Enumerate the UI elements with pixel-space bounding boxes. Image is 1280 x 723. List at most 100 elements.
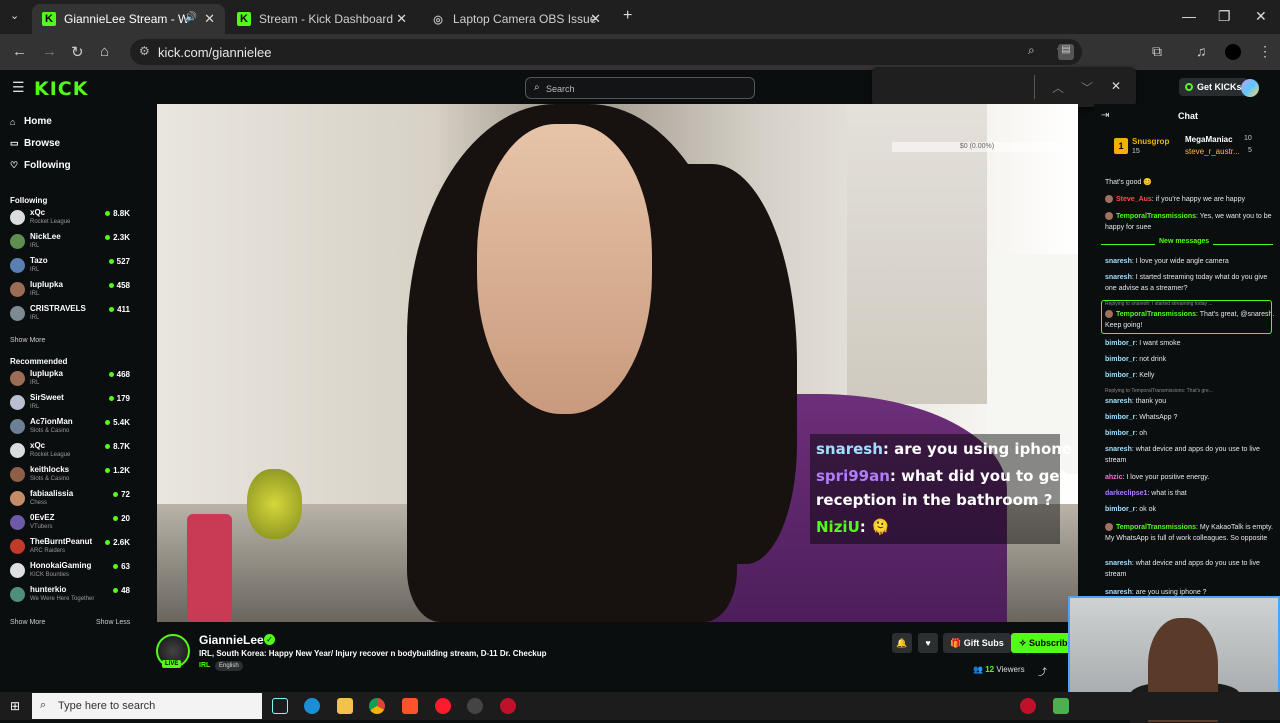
reload-icon[interactable]: ↻ (71, 43, 84, 61)
gifter-name[interactable]: steve_r_austr... (1185, 147, 1240, 156)
close-tab-icon[interactable]: ✕ (396, 11, 407, 27)
chat-username[interactable]: bimbor_r (1105, 430, 1135, 437)
maximize-icon[interactable]: ❐ (1218, 8, 1231, 25)
tab-search-icon[interactable]: ⌄ (10, 9, 19, 22)
share-icon[interactable]: ⤴ (1038, 665, 1047, 678)
back-icon[interactable]: ← (12, 43, 27, 60)
sidebar-channel[interactable]: CRISTRAVELS IRL 411 (10, 304, 132, 326)
show-less-recommended[interactable]: Show Less (96, 619, 130, 626)
close-tab-icon[interactable]: ✕ (590, 11, 601, 27)
sidebar-channel[interactable]: keithlocks Slots & Casino 1.2K (10, 465, 132, 487)
windows-start-icon[interactable]: ⊞ (10, 699, 20, 713)
sidebar-channel[interactable]: SirSweet IRL 179 (10, 393, 132, 415)
home-icon[interactable]: ⌂ (100, 43, 109, 60)
chat-username[interactable]: snaresh (1105, 274, 1132, 281)
collapse-chat-icon[interactable]: ⇥ (1101, 110, 1109, 121)
stream-category[interactable]: IRL (199, 662, 210, 669)
brave-icon[interactable] (402, 698, 418, 714)
new-tab-icon[interactable]: + (623, 7, 632, 25)
sidebar-channel[interactable]: xQc Rocket League 8.7K (10, 441, 132, 463)
zoom-icon[interactable]: ⌕ (1028, 43, 1035, 58)
hamburger-menu-icon[interactable]: ☰ (12, 79, 25, 96)
get-kicks-button[interactable]: Get KICKs (1179, 78, 1248, 96)
terminal-icon[interactable] (272, 698, 288, 714)
reply-context: Replying to TemporalTransmissions: That'… (1105, 388, 1213, 394)
chat-username[interactable]: bimbor_r (1105, 340, 1135, 347)
tab-kick-dashboard[interactable]: K Stream - Kick Dashboard ✕ (227, 4, 417, 34)
forward-icon[interactable]: → (42, 43, 57, 60)
edge-icon[interactable] (304, 698, 320, 714)
follow-heart-icon[interactable]: ♥ (918, 633, 938, 653)
file-explorer-icon[interactable] (337, 698, 353, 714)
search-box[interactable]: ⌕ (525, 77, 755, 99)
sidebar-channel[interactable]: hunterkio We Were Here Together 48 (10, 585, 132, 607)
minimize-icon[interactable]: — (1182, 8, 1196, 24)
profile-icon[interactable] (1225, 44, 1241, 60)
chat-username[interactable]: snaresh (1105, 258, 1132, 265)
close-tab-icon[interactable]: ✕ (204, 11, 215, 27)
sidebar-channel[interactable]: lupIupka IRL 458 (10, 280, 132, 302)
notification-bell-icon[interactable]: 🔔 (892, 633, 912, 653)
omnibox[interactable]: ⚙ kick.com/giannielee ☆ ⌕ (130, 39, 1082, 65)
obs-icon[interactable] (467, 698, 483, 714)
video-player[interactable]: $0 (0.00%) snaresh: are you using iphone… (157, 104, 1078, 622)
find-close-icon[interactable]: ✕ (1111, 79, 1121, 93)
chat-username[interactable]: snaresh (1105, 560, 1132, 567)
speaker-icon[interactable]: 🔊 (185, 12, 197, 23)
channel-viewers: 458 (109, 281, 130, 290)
sidebar-channel[interactable]: 0EvEZ VTubers 20 (10, 513, 132, 535)
find-previous-icon[interactable]: ︿ (1052, 79, 1064, 96)
tab-obs-issue[interactable]: ◎ Laptop Camera OBS Issue ✕ (421, 4, 611, 34)
sidebar-channel[interactable]: Ac7ionMan Slots & Casino 5.4K (10, 417, 132, 439)
reader-mode-icon[interactable]: ▤ (1058, 44, 1074, 60)
stream-language-tag[interactable]: English (215, 661, 243, 671)
nav-following[interactable]: ♡ Following (10, 160, 71, 171)
sidebar-channel[interactable]: Tazo IRL 527 (10, 256, 132, 278)
chat-username[interactable]: snaresh (1105, 398, 1132, 405)
app-icon[interactable] (500, 698, 516, 714)
opera-icon[interactable] (435, 698, 451, 714)
chat-username[interactable]: bimbor_r (1105, 372, 1135, 379)
chat-username[interactable]: bimbor_r (1105, 506, 1135, 513)
show-more-recommended[interactable]: Show More (10, 619, 45, 626)
user-avatar[interactable] (1241, 79, 1259, 97)
chrome-icon[interactable] (369, 698, 385, 714)
nav-home[interactable]: ⌂ Home (10, 116, 52, 127)
tab-giannielee[interactable]: K GiannieLee Stream - Watch Live c 🔊 ✕ (32, 4, 225, 34)
gifter-name[interactable]: Snusgrop (1132, 137, 1169, 146)
gifter-name[interactable]: MegaManiac (1185, 135, 1233, 144)
chat-username[interactable]: bimbor_r (1105, 356, 1135, 363)
kick-logo[interactable]: KICK (34, 78, 88, 100)
menu-dots-icon[interactable]: ⋮ (1258, 43, 1272, 60)
chat-message: darkeclipse1: what is that (1105, 488, 1275, 499)
find-next-icon[interactable]: ﹀ (1081, 79, 1093, 96)
chat-username[interactable]: bimbor_r (1105, 414, 1135, 421)
gift-subs-button[interactable]: 🎁 Gift Subs (943, 633, 1011, 653)
search-input[interactable] (546, 81, 746, 96)
sidebar-channel[interactable]: TheBurntPeanut ARC Raiders 2.6K (10, 537, 132, 559)
show-more-following[interactable]: Show More (10, 337, 45, 344)
sidebar-channel[interactable]: xQc Rocket League 8.8K (10, 208, 132, 230)
streamer-name[interactable]: GiannieLee (199, 633, 264, 647)
battery-icon[interactable] (1053, 698, 1069, 714)
taskbar-search[interactable]: ⌕ Type here to search (32, 693, 262, 719)
overlay-line: NiziU: 🫠 (816, 518, 890, 536)
sidebar-channel[interactable]: HonokaiGaming KICK Bounties 63 (10, 561, 132, 583)
chat-username[interactable]: ahzic (1105, 474, 1123, 481)
sidebar-channel[interactable]: fabiaalissia Chess 72 (10, 489, 132, 511)
nav-browse[interactable]: ▭ Browse (10, 138, 60, 149)
chat-username[interactable]: TemporalTransmissions (1116, 213, 1196, 220)
chat-username[interactable]: snaresh (1105, 589, 1132, 596)
media-controls-icon[interactable]: ♫ (1196, 43, 1207, 59)
chat-username[interactable]: Steve_Aus (1116, 196, 1152, 203)
live-badge: LIVE (162, 660, 182, 668)
sidebar-channel[interactable]: NickLee IRL 2.3K (10, 232, 132, 254)
sidebar-channel[interactable]: lupIupka IRL 468 (10, 369, 132, 391)
extensions-icon[interactable]: ⧉ (1152, 43, 1162, 60)
chat-username[interactable]: darkeclipse1 (1105, 490, 1147, 497)
chat-username[interactable]: snaresh (1105, 446, 1132, 453)
close-window-icon[interactable]: ✕ (1255, 8, 1267, 25)
site-info-icon[interactable]: ⚙ (139, 44, 150, 58)
chat-username[interactable]: TemporalTransmissions (1116, 524, 1196, 531)
tray-app-icon[interactable] (1020, 698, 1036, 714)
